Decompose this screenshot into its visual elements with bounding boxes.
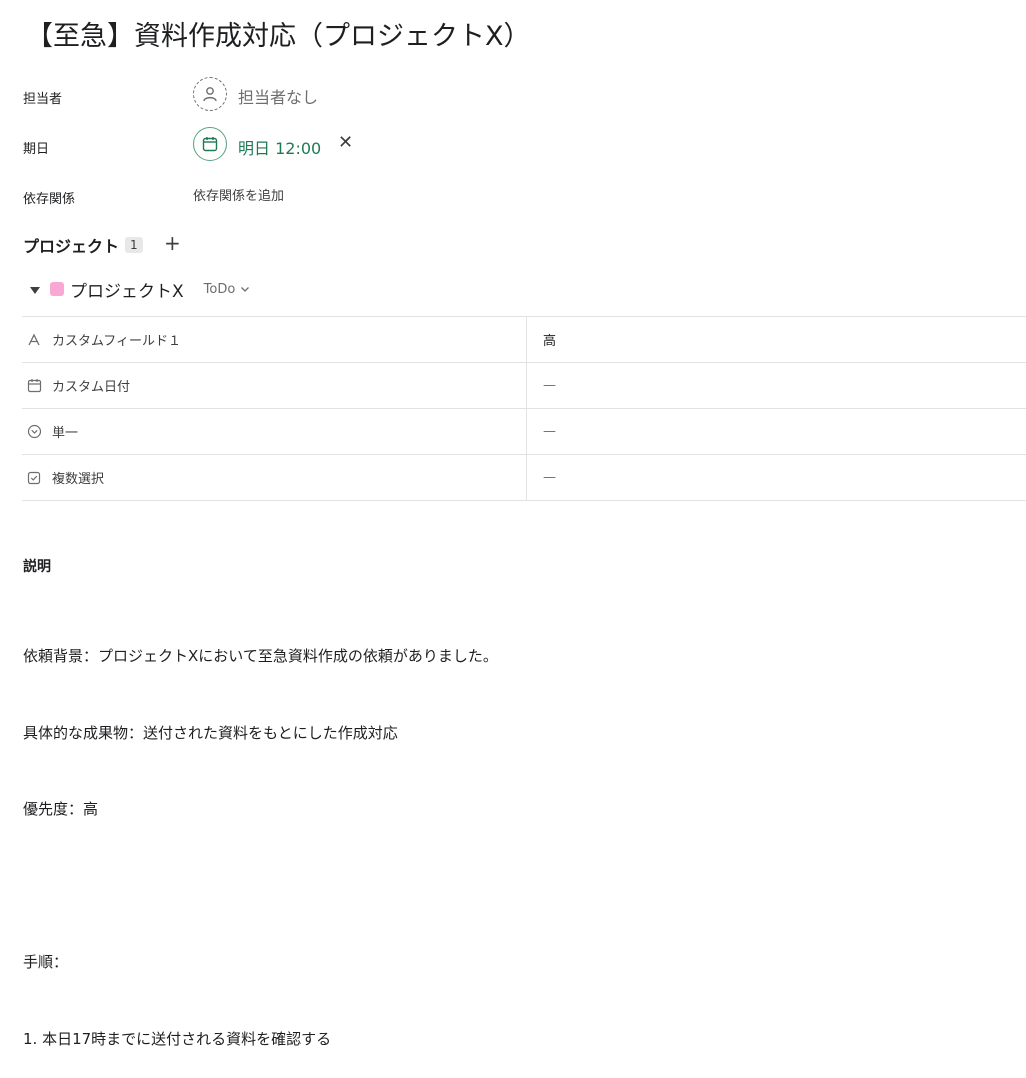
add-project-icon[interactable]: + [164, 231, 181, 255]
description-title: 説明 [23, 559, 51, 575]
field-value: — [543, 470, 556, 485]
due-label: 期日 [23, 142, 50, 157]
projects-title: プロジェクト [23, 237, 120, 256]
field-name-cell: 複数選択 [22, 455, 527, 500]
text-a-icon [26, 332, 42, 348]
user-icon [203, 87, 217, 102]
checkbox-icon [26, 470, 42, 486]
field-name: カスタムフィールド１ [52, 334, 181, 349]
project-status-dropdown[interactable]: ToDo [204, 282, 252, 297]
dependencies-label: 依存関係 [23, 192, 76, 207]
field-value: — [543, 378, 556, 393]
calendar-icon [26, 378, 42, 394]
description-line [23, 874, 498, 900]
task-title[interactable]: 【至急】資料作成対応（プロジェクトX） [26, 14, 531, 53]
field-value-cell[interactable]: — [527, 409, 1026, 454]
collapse-triangle-icon[interactable] [30, 286, 40, 294]
field-name: カスタム日付 [52, 380, 131, 395]
project-item: プロジェクトX ToDo [30, 277, 252, 302]
field-value-cell[interactable]: 高 [527, 317, 1026, 362]
project-name[interactable]: プロジェクトX [70, 277, 184, 302]
assignee-label: 担当者 [23, 92, 63, 107]
description-line: 1. 本日17時までに送付される資料を確認する [23, 1029, 332, 1048]
description-line: 優先度：高 [23, 800, 99, 818]
calendar-icon [202, 137, 218, 152]
projects-section-title: プロジェクト 1 [23, 233, 143, 257]
custom-fields-table: カスタムフィールド１ 高 カスタム日付 — 単一 — 複数選択 — [22, 316, 1026, 501]
field-value-cell[interactable]: — [527, 455, 1026, 500]
description-line: 依頼背景：プロジェクトXにおいて至急資料作成の依頼がありました。 [23, 647, 498, 665]
assignee-avatar[interactable] [193, 77, 227, 111]
description-line: 手順： [23, 953, 69, 971]
clear-due-date-icon[interactable]: ✕ [338, 132, 353, 153]
due-date-button[interactable] [193, 127, 227, 161]
table-row: カスタムフィールド１ 高 [22, 317, 1026, 363]
description-editor[interactable]: 依頼背景：プロジェクトXにおいて至急資料作成の依頼がありました。 具体的な成果物… [23, 593, 498, 1078]
assignee-value[interactable]: 担当者なし [238, 84, 318, 108]
field-name: 単一 [52, 426, 79, 441]
chevron-circle-icon [26, 424, 42, 440]
field-name: 複数選択 [52, 472, 105, 487]
table-row: 単一 — [22, 409, 1026, 455]
add-dependency-link[interactable]: 依存関係を追加 [193, 185, 284, 204]
field-value: — [543, 424, 556, 439]
field-value: 高 [543, 334, 557, 349]
project-color-square [50, 282, 64, 296]
table-row: 複数選択 — [22, 455, 1026, 501]
field-name-cell: カスタムフィールド１ [22, 317, 527, 362]
field-value-cell[interactable]: — [527, 363, 1026, 408]
field-name-cell: 単一 [22, 409, 527, 454]
table-row: カスタム日付 — [22, 363, 1026, 409]
projects-count-badge: 1 [125, 237, 143, 253]
project-status: ToDo [203, 281, 236, 297]
due-value[interactable]: 明日 12:00 [238, 135, 321, 159]
chevron-down-icon [241, 287, 250, 292]
field-name-cell: カスタム日付 [22, 363, 527, 408]
description-line: 具体的な成果物：送付された資料をもとにした作成対応 [23, 723, 398, 742]
